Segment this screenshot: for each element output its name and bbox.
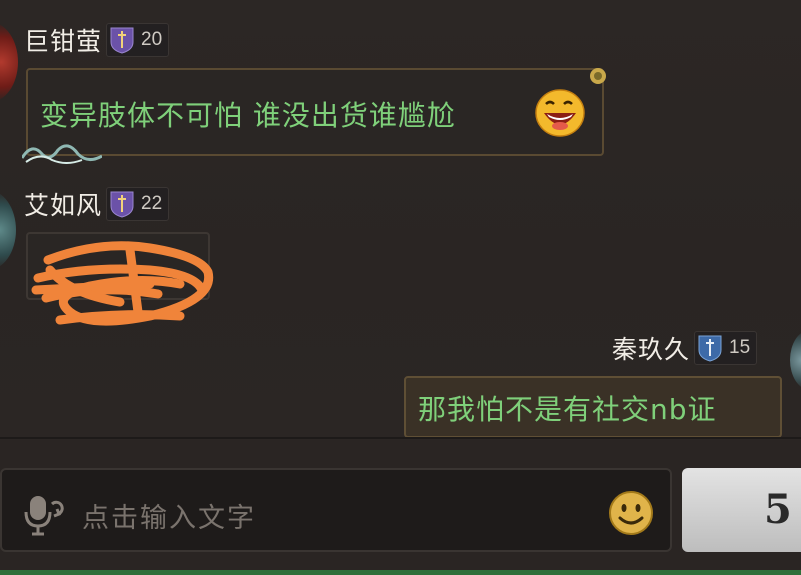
avatar[interactable] bbox=[0, 22, 18, 102]
corner-ornament-icon bbox=[590, 68, 606, 84]
shield-sword-icon bbox=[110, 191, 134, 218]
sender-name[interactable]: 秦玖久 bbox=[612, 330, 690, 366]
sender-name[interactable]: 艾如风 bbox=[24, 186, 102, 222]
message-header: 秦玖久 15 bbox=[612, 330, 758, 366]
message-bubble[interactable]: 那我怕不是有社交nb证 bbox=[404, 376, 782, 438]
bottom-strip bbox=[0, 570, 801, 575]
message-text: 变异肢体不可怕 谁没出货谁尴尬 bbox=[40, 99, 456, 132]
message-header: 艾如风 22 bbox=[24, 186, 170, 222]
wave-decoration-icon bbox=[22, 144, 102, 164]
rank-badge: 22 bbox=[106, 187, 170, 221]
smiley-face-icon[interactable] bbox=[608, 490, 654, 536]
message-text: 那我怕不是有社交nb证 bbox=[418, 393, 717, 426]
divider bbox=[0, 437, 801, 439]
message-bubble[interactable]: 变异肢体不可怕 谁没出货谁尴尬 bbox=[22, 68, 606, 164]
shield-sword-icon bbox=[698, 335, 722, 362]
message-header: 巨钳萤 20 bbox=[24, 22, 170, 58]
send-button[interactable]: 5 bbox=[682, 468, 801, 552]
message-input[interactable]: 点击输入文字 bbox=[0, 468, 672, 552]
send-button-label: 5 bbox=[764, 486, 792, 533]
input-placeholder: 点击输入文字 bbox=[82, 503, 256, 534]
voice-input-icon[interactable] bbox=[24, 492, 64, 536]
shield-sword-icon bbox=[110, 27, 134, 54]
chat-message-area[interactable]: 巨钳萤 20 变异肢体不可怕 谁没出货谁尴尬 艾如风 22 秦玖久 15 那我怕… bbox=[0, 0, 801, 440]
rank-level: 15 bbox=[729, 337, 751, 358]
rank-level: 22 bbox=[141, 193, 163, 214]
avatar[interactable] bbox=[0, 190, 16, 270]
sender-name[interactable]: 巨钳萤 bbox=[24, 22, 102, 58]
rank-level: 20 bbox=[141, 29, 163, 50]
rank-badge: 20 bbox=[106, 23, 170, 57]
rank-badge: 15 bbox=[694, 331, 758, 365]
grinning-face-icon bbox=[535, 89, 585, 137]
redaction-scribble bbox=[31, 241, 214, 326]
input-bar: 点击输入文字 5 bbox=[0, 440, 801, 575]
avatar[interactable] bbox=[790, 330, 801, 390]
